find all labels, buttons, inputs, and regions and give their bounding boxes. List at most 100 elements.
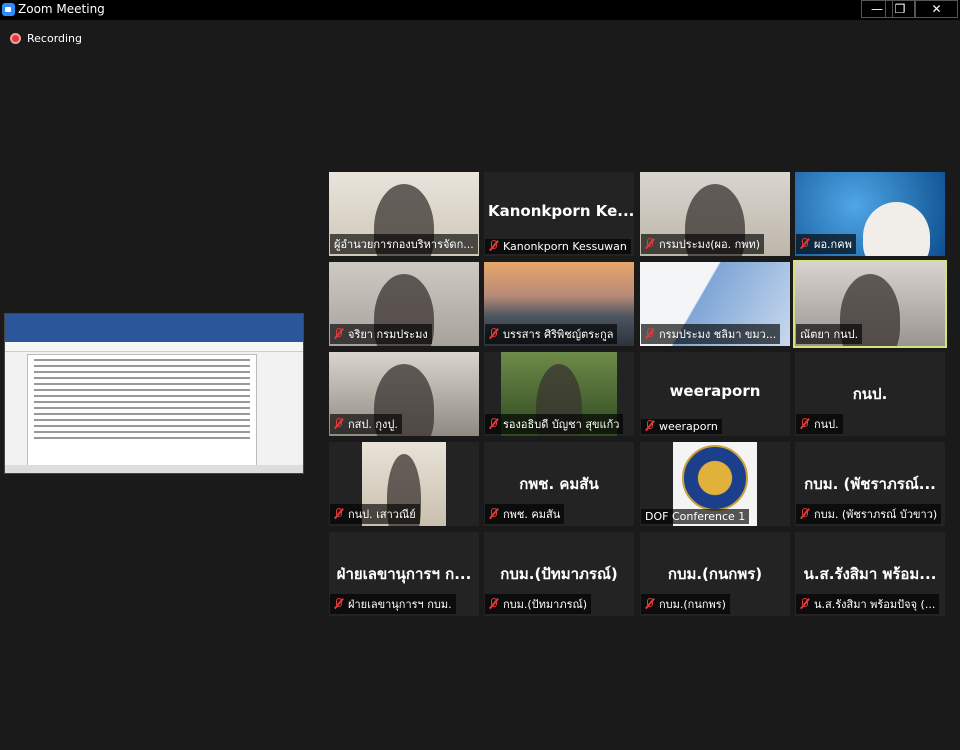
participant-tile[interactable]: กนป. กนป. (795, 352, 945, 436)
participant-name-display: กบม. (พัชราภรณ์... (804, 475, 936, 493)
participant-name: น.ส.รังสิมา พร้อมปัจจุ (... (814, 598, 936, 611)
participant-name: บรรสาร ศิริพิชญ์ตระกูล (503, 328, 614, 341)
muted-mic-icon (800, 238, 809, 249)
recording-label: Recording (27, 32, 83, 45)
participant-name: ผอ.กคพ (814, 238, 852, 251)
participant-name-display: น.ส.รังสิมา พร้อม... (803, 565, 937, 583)
participant-name-label: กบม.(ปัทมาภรณ์) (485, 594, 591, 614)
window-title: Zoom Meeting (18, 2, 105, 16)
participant-tile[interactable]: น.ส.รังสิมา พร้อม... น.ส.รังสิมา พร้อมปัจ… (795, 532, 945, 616)
participant-name: กบม.(กนกพร) (659, 598, 726, 611)
muted-mic-icon (645, 598, 654, 609)
participant-name-display: กบม.(ปัทมาภรณ์) (500, 565, 618, 583)
participant-tile[interactable]: บรรสาร ศิริพิชญ์ตระกูล (484, 262, 634, 346)
participant-name-label: กบม.(กนกพร) (641, 594, 730, 614)
muted-mic-icon (489, 508, 498, 519)
participant-name-label: DOF Conference 1 (641, 509, 750, 524)
participant-tile[interactable]: กนป. เสาวณีย์ (329, 442, 479, 526)
participant-name-display: Kanonkporn Ke... (488, 202, 634, 220)
participant-tile[interactable]: DOF Conference 1 (640, 442, 790, 526)
participant-name-label: weeraporn (641, 419, 722, 434)
muted-mic-icon (334, 418, 343, 429)
participant-name: กบม.(ปัทมาภรณ์) (503, 598, 587, 611)
participant-tile[interactable]: weeraporn weeraporn (640, 352, 790, 436)
shared-screen-thumbnail[interactable] (4, 313, 304, 474)
participant-tile[interactable]: ฝ่ายเลขานุการฯ ก... ฝ่ายเลขานุการฯ กบม. (329, 532, 479, 616)
participant-tile[interactable]: ณัตยา กนป. (793, 260, 947, 348)
muted-mic-icon (645, 420, 654, 431)
participant-tile[interactable]: กสป. กุงปู. (329, 352, 479, 436)
participant-tile[interactable]: รองอธิบดี บัญชา สุขแก้ว (484, 352, 634, 436)
participant-name-label: กนป. (796, 414, 843, 434)
muted-mic-icon (489, 240, 498, 251)
participant-name: DOF Conference 1 (645, 510, 746, 523)
participant-name-label: กบม. (พัชราภรณ์ บัวขาว) (796, 504, 942, 524)
muted-mic-icon (489, 418, 498, 429)
participant-tile[interactable]: กพช. คมสัน กพช. คมสัน (484, 442, 634, 526)
record-icon (10, 33, 21, 44)
participant-name: กพช. คมสัน (503, 508, 561, 521)
participant-name: ณัตยา กนป. (800, 328, 859, 341)
participant-name-label: ผู้อำนวยการกองบริหารจัดก... (330, 234, 478, 254)
muted-mic-icon (489, 598, 498, 609)
maximize-button[interactable]: ❐ (885, 0, 915, 18)
participant-name-display: กนป. (852, 385, 888, 403)
participant-name-display: ฝ่ายเลขานุการฯ ก... (336, 565, 472, 583)
word-ribbon (5, 314, 303, 342)
participant-name-display: กพช. คมสัน (519, 475, 599, 493)
participant-name-label: รองอธิบดี บัญชา สุขแก้ว (485, 414, 624, 434)
word-status-bar (5, 465, 303, 473)
recording-indicator[interactable]: Recording (10, 32, 82, 45)
participant-name-label: กสป. กุงปู. (330, 414, 402, 434)
muted-mic-icon (800, 418, 809, 429)
participant-name-display: weeraporn (669, 382, 761, 400)
muted-mic-icon (645, 328, 654, 339)
participant-tile[interactable]: กบม.(ปัทมาภรณ์) กบม.(ปัทมาภรณ์) (484, 532, 634, 616)
muted-mic-icon (800, 598, 809, 609)
muted-mic-icon (334, 598, 343, 609)
participant-name-label: ผอ.กคพ (796, 234, 856, 254)
muted-mic-icon (489, 328, 498, 339)
document-page (27, 354, 257, 466)
participant-name: กรมประมง ชลิมา ขมว... (659, 328, 777, 341)
participant-name: รองอธิบดี บัญชา สุขแก้ว (503, 418, 620, 431)
participant-tile[interactable]: ผอ.กคพ (795, 172, 945, 256)
participant-name: กบม. (พัชราภรณ์ บัวขาว) (814, 508, 938, 521)
participant-tile[interactable]: ผู้อำนวยการกองบริหารจัดก... (329, 172, 479, 256)
participant-tile[interactable]: กรมประมง ชลิมา ขมว... (640, 262, 790, 346)
participant-name: จริยา กรมประมง (348, 328, 428, 341)
participant-name-label: กนป. เสาวณีย์ (330, 504, 420, 524)
participant-name: กรมประมง(ผอ. กพท) (659, 238, 761, 251)
muted-mic-icon (645, 238, 654, 249)
department-seal-icon (682, 445, 748, 511)
participant-name: กนป. (814, 418, 839, 431)
participant-name-label: บรรสาร ศิริพิชญ์ตระกูล (485, 324, 618, 344)
participant-name-label: ฝ่ายเลขานุการฯ กบม. (330, 594, 456, 614)
participant-name-display: กบม.(กนกพร) (667, 565, 763, 583)
word-toolbar (5, 342, 303, 352)
participant-name: ผู้อำนวยการกองบริหารจัดก... (334, 238, 474, 251)
participant-name-label: Kanonkporn Kessuwan (485, 239, 631, 254)
participant-tile[interactable]: Kanonkporn Ke... Kanonkporn Kessuwan (484, 172, 634, 256)
participant-tile[interactable]: จริยา กรมประมง (329, 262, 479, 346)
participant-name-label: กพช. คมสัน (485, 504, 565, 524)
participant-tile[interactable]: กบม.(กนกพร) กบม.(กนกพร) (640, 532, 790, 616)
zoom-logo-icon (2, 3, 15, 16)
muted-mic-icon (334, 328, 343, 339)
participant-name: weeraporn (659, 420, 718, 433)
participant-tile[interactable]: กรมประมง(ผอ. กพท) (640, 172, 790, 256)
participant-name-label: จริยา กรมประมง (330, 324, 432, 344)
participant-name: ฝ่ายเลขานุการฯ กบม. (348, 598, 452, 611)
participant-tile[interactable]: กบม. (พัชราภรณ์... กบม. (พัชราภรณ์ บัวขาว… (795, 442, 945, 526)
close-button[interactable]: ✕ (915, 0, 958, 18)
muted-mic-icon (334, 508, 343, 519)
participant-name: กสป. กุงปู. (348, 418, 398, 431)
participant-name-label: กรมประมง(ผอ. กพท) (641, 234, 765, 254)
muted-mic-icon (800, 508, 809, 519)
participant-name-label: ณัตยา กนป. (796, 324, 863, 344)
participant-name-label: น.ส.รังสิมา พร้อมปัจจุ (... (796, 594, 940, 614)
participant-figure (862, 202, 930, 256)
participant-name-label: กรมประมง ชลิมา ขมว... (641, 324, 781, 344)
participant-name: กนป. เสาวณีย์ (348, 508, 416, 521)
participant-name: Kanonkporn Kessuwan (503, 240, 627, 253)
